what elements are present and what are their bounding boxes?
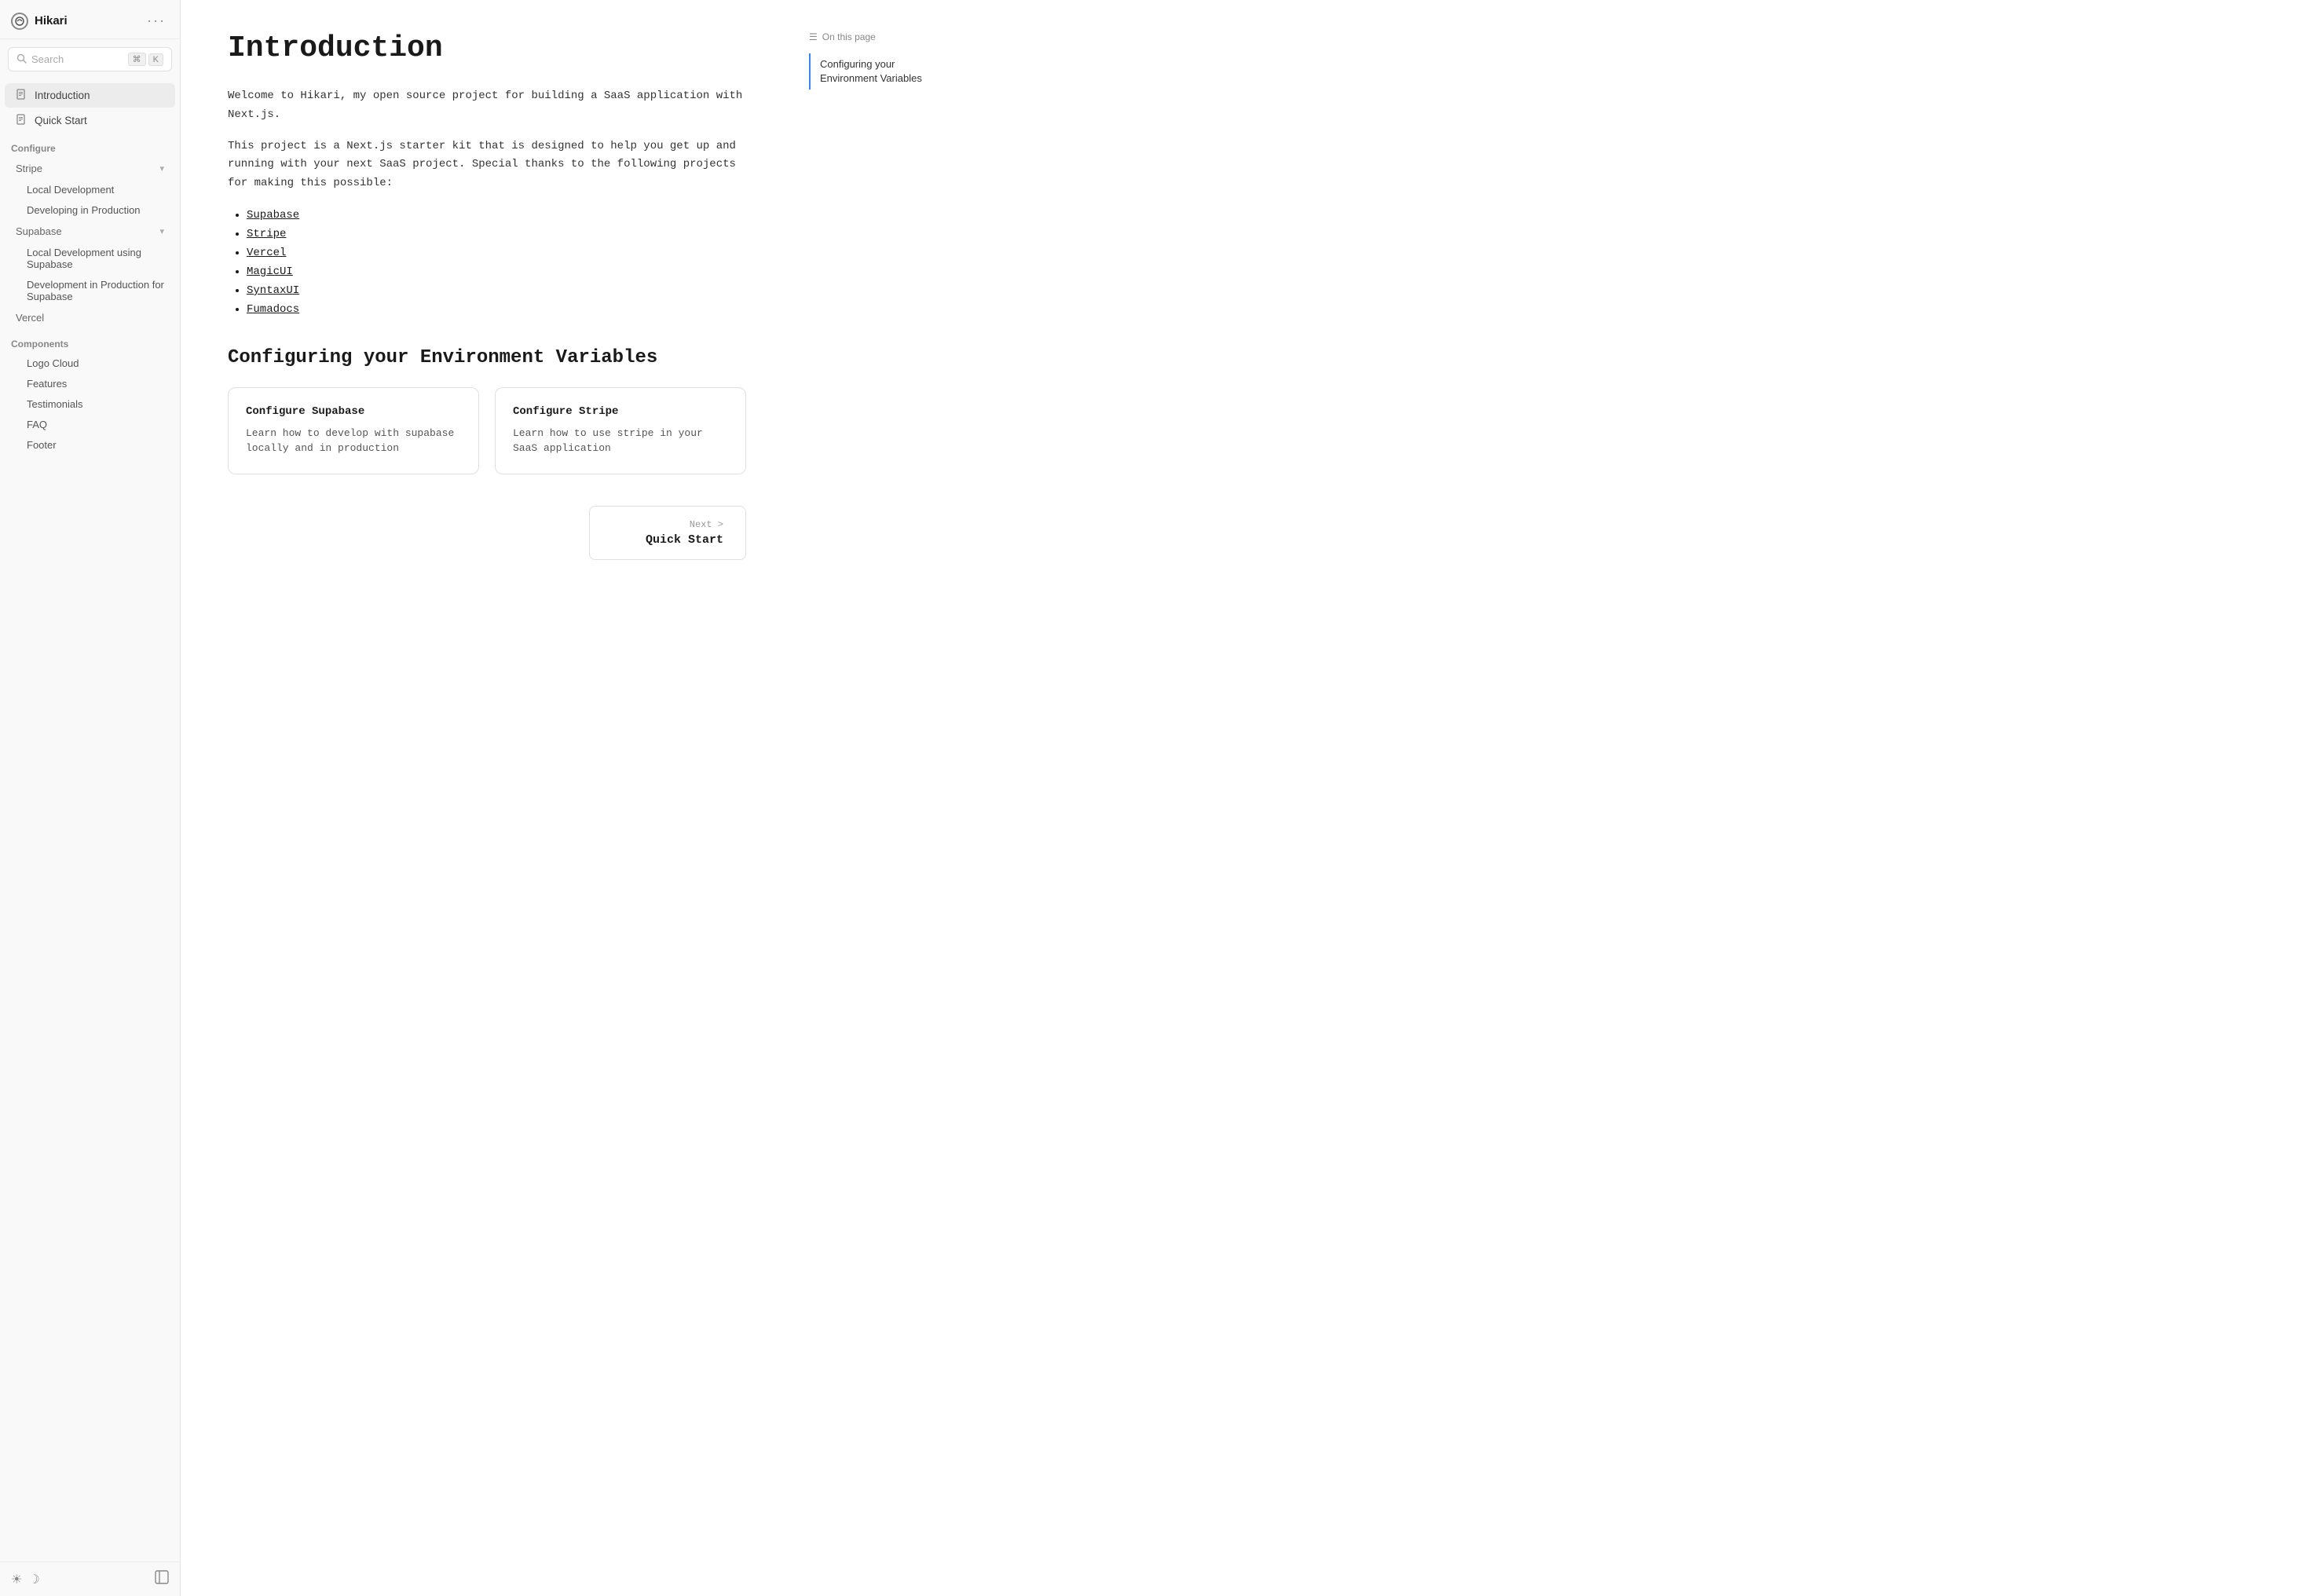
sidebar-item-quickstart[interactable]: Quick Start — [5, 108, 175, 133]
list-item: MagicUI — [247, 265, 746, 278]
main-content: Introduction Welcome to Hikari, my open … — [181, 0, 793, 1596]
env-section-title: Configuring your Environment Variables — [228, 347, 746, 368]
sidebar-item-logo-cloud[interactable]: Logo Cloud — [5, 353, 175, 373]
project-links-list: Supabase Stripe Vercel MagicUI SyntaxUI … — [228, 209, 746, 316]
sidebar-item-local-development[interactable]: Local Development — [5, 180, 175, 200]
layout-toggle-button[interactable] — [155, 1570, 169, 1588]
next-page-title: Quick Start — [612, 533, 723, 547]
search-bar[interactable]: Search ⌘ K — [8, 47, 172, 71]
sidebar-footer: ☀ ☽ — [0, 1561, 180, 1596]
next-label: Next > — [612, 519, 723, 530]
page-icon-quickstart — [16, 114, 28, 127]
list-item: SyntaxUI — [247, 284, 746, 297]
sidebar-header: Hikari ··· — [0, 0, 180, 39]
search-key-k: K — [148, 53, 163, 66]
page-icon — [16, 89, 28, 102]
supabase-link[interactable]: Supabase — [247, 209, 299, 221]
light-theme-button[interactable]: ☀ — [11, 1572, 22, 1587]
sidebar-group-supabase-label: Supabase — [16, 225, 62, 237]
app-logo[interactable]: Hikari — [11, 13, 68, 30]
sidebar-item-dev-prod-supabase[interactable]: Development in Production for Supabase — [5, 275, 175, 306]
sidebar-group-stripe-label: Stripe — [16, 163, 42, 174]
sidebar-item-local-dev-supabase[interactable]: Local Development using Supabase — [5, 243, 175, 274]
search-shortcut: ⌘ K — [128, 53, 163, 66]
configure-supabase-card[interactable]: Configure Supabase Learn how to develop … — [228, 387, 479, 474]
chevron-down-icon-supabase: ▾ — [159, 226, 164, 236]
list-item: Vercel — [247, 247, 746, 259]
dark-theme-button[interactable]: ☽ — [28, 1572, 39, 1587]
search-icon — [16, 53, 27, 66]
more-options-button[interactable]: ··· — [144, 11, 169, 31]
sidebar-group-stripe[interactable]: Stripe ▾ — [5, 158, 175, 179]
toc-header: ☰ On this page — [809, 31, 950, 42]
sidebar-item-vercel[interactable]: Vercel — [5, 307, 175, 328]
page-title: Introduction — [228, 31, 746, 65]
configure-stripe-card-title: Configure Stripe — [513, 405, 728, 418]
next-navigation: Next > Quick Start — [228, 506, 746, 560]
components-section-label: Components — [0, 329, 180, 353]
list-item: Fumadocs — [247, 303, 746, 316]
sidebar-item-introduction[interactable]: Introduction — [5, 83, 175, 108]
sidebar-navigation: Introduction Quick Start Configure Strip… — [0, 78, 180, 1561]
sidebar-item-footer[interactable]: Footer — [5, 435, 175, 455]
configure-section-label: Configure — [0, 134, 180, 157]
configure-stripe-card[interactable]: Configure Stripe Learn how to use stripe… — [495, 387, 746, 474]
theme-toggles: ☀ ☽ — [11, 1572, 40, 1587]
toc-item-env-vars[interactable]: Configuring your Environment Variables — [809, 53, 950, 90]
app-name: Hikari — [35, 14, 68, 27]
toc-header-label: On this page — [822, 31, 876, 42]
sidebar-item-quickstart-label: Quick Start — [35, 115, 87, 126]
sidebar-group-supabase[interactable]: Supabase ▾ — [5, 221, 175, 242]
sidebar-item-faq[interactable]: FAQ — [5, 415, 175, 434]
sidebar-item-developing-in-production[interactable]: Developing in Production — [5, 200, 175, 220]
logo-icon — [11, 13, 28, 30]
search-key-cmd: ⌘ — [128, 53, 146, 66]
next-page-button[interactable]: Next > Quick Start — [589, 506, 746, 560]
syntaxui-link[interactable]: SyntaxUI — [247, 284, 299, 297]
list-item: Supabase — [247, 209, 746, 221]
search-placeholder: Search — [31, 53, 123, 65]
intro-paragraph-1: Welcome to Hikari, my open source projec… — [228, 87, 746, 125]
chevron-down-icon: ▾ — [159, 163, 164, 174]
fumadocs-link[interactable]: Fumadocs — [247, 303, 299, 316]
magicui-link[interactable]: MagicUI — [247, 265, 293, 278]
sidebar: Hikari ··· Search ⌘ K — [0, 0, 181, 1596]
sidebar-item-vercel-label: Vercel — [16, 312, 44, 324]
sidebar-item-testimonials[interactable]: Testimonials — [5, 394, 175, 414]
sidebar-item-introduction-label: Introduction — [35, 90, 90, 101]
table-of-contents: ☰ On this page Configuring your Environm… — [793, 0, 966, 1596]
list-item: Stripe — [247, 228, 746, 240]
configure-supabase-card-title: Configure Supabase — [246, 405, 461, 418]
sidebar-item-features[interactable]: Features — [5, 374, 175, 394]
configure-supabase-card-desc: Learn how to develop with supabase local… — [246, 426, 461, 456]
intro-paragraph-2: This project is a Next.js starter kit th… — [228, 137, 746, 193]
config-cards-row: Configure Supabase Learn how to develop … — [228, 387, 746, 474]
stripe-link[interactable]: Stripe — [247, 228, 286, 240]
configure-stripe-card-desc: Learn how to use stripe in your SaaS app… — [513, 426, 728, 456]
vercel-link[interactable]: Vercel — [247, 247, 286, 259]
toc-lines-icon: ☰ — [809, 31, 818, 42]
